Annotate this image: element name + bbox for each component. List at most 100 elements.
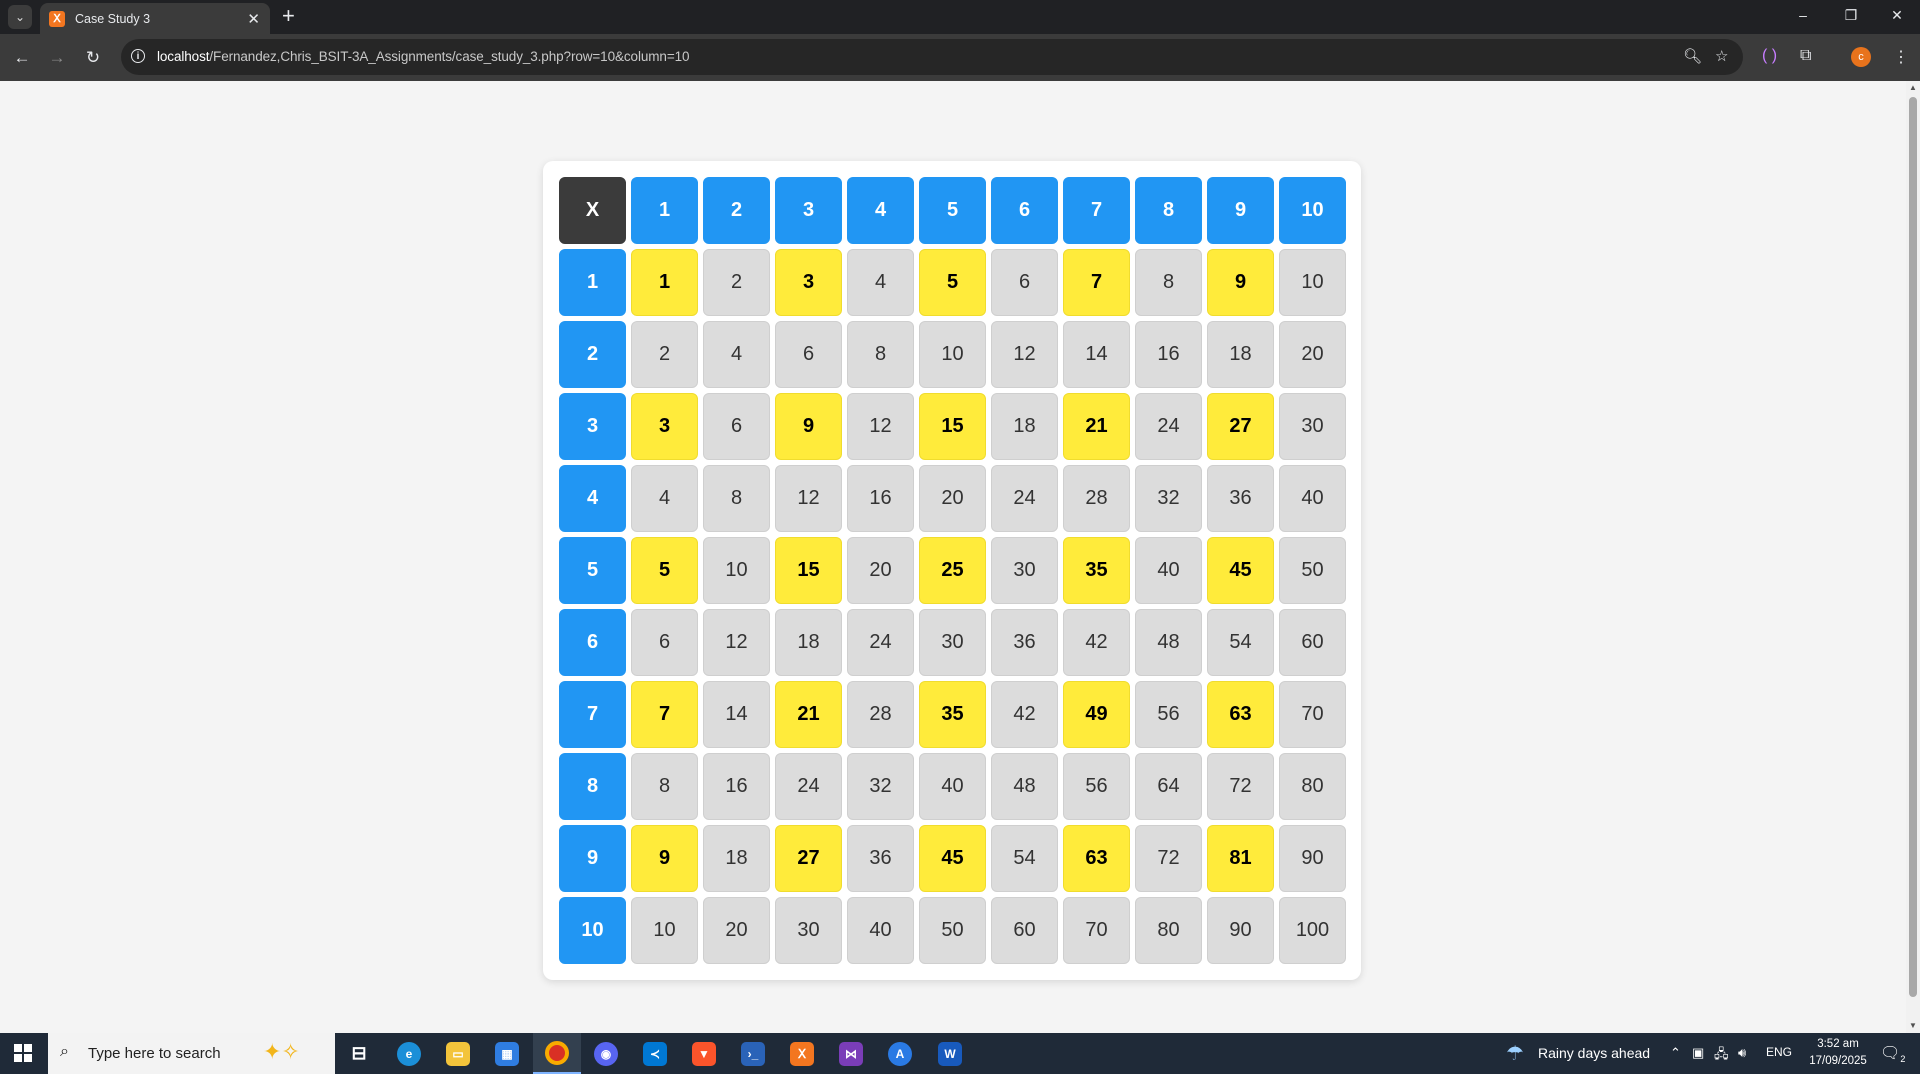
- odd-product-cell: 27: [775, 825, 842, 892]
- product-cell: 60: [1279, 609, 1346, 676]
- product-cell: 24: [847, 609, 914, 676]
- bookmark-star-icon[interactable]: ☆: [1715, 47, 1728, 65]
- network-icon[interactable]: 🖧︎: [1714, 1045, 1729, 1067]
- address-bar[interactable]: i localhost/Fernandez,Chris_BSIT-3A_Assi…: [121, 39, 1743, 75]
- odd-product-cell: 5: [919, 249, 986, 316]
- clock-date[interactable]: 17/09/2025: [1802, 1055, 1874, 1067]
- xampp-icon[interactable]: ꓫ: [778, 1033, 826, 1074]
- visual-studio-icon[interactable]: ⋈: [827, 1033, 875, 1074]
- odd-product-cell: 5: [631, 537, 698, 604]
- notification-count: 2: [1900, 1054, 1906, 1065]
- minimize-button[interactable]: –: [1780, 0, 1826, 30]
- taskbar-search-box[interactable]: ⌕ Type here to search ✦✧: [48, 1033, 335, 1074]
- product-cell: 36: [847, 825, 914, 892]
- odd-product-cell: 9: [775, 393, 842, 460]
- product-cell: 30: [775, 897, 842, 964]
- vscode-icon[interactable]: ≺: [631, 1033, 679, 1074]
- notification-center-icon[interactable]: 🗨︎2: [1880, 1043, 1905, 1064]
- product-cell: 6: [991, 249, 1058, 316]
- scroll-thumb[interactable]: [1909, 97, 1917, 997]
- row-header: 1: [559, 249, 626, 316]
- weather-text[interactable]: Rainy days ahead: [1538, 1045, 1650, 1061]
- close-window-button[interactable]: ✕: [1874, 0, 1920, 30]
- edge-icon[interactable]: e: [385, 1033, 433, 1074]
- task-view-icon[interactable]: ⊟: [335, 1033, 383, 1074]
- active-tab[interactable]: ꓫ Case Study 3 ✕: [40, 3, 270, 34]
- restore-button[interactable]: ❐: [1828, 0, 1874, 30]
- forward-button[interactable]: →: [44, 45, 70, 71]
- meet-now-icon[interactable]: ▣: [1692, 1045, 1704, 1061]
- product-cell: 4: [847, 249, 914, 316]
- extensions-puzzle-icon[interactable]: ⧉: [1800, 47, 1811, 65]
- product-cell: 18: [991, 393, 1058, 460]
- product-cell: 8: [1135, 249, 1202, 316]
- file-explorer-icon[interactable]: ▭: [434, 1033, 482, 1074]
- column-header: 4: [847, 177, 914, 244]
- product-cell: 70: [1063, 897, 1130, 964]
- word-icon[interactable]: W: [926, 1033, 974, 1074]
- product-cell: 20: [703, 897, 770, 964]
- windows-start-icon[interactable]: [14, 1044, 32, 1062]
- product-cell: 18: [775, 609, 842, 676]
- menu-kebab-icon[interactable]: ⋮: [1893, 47, 1909, 67]
- odd-product-cell: 7: [1063, 249, 1130, 316]
- new-tab-button[interactable]: +: [282, 3, 295, 29]
- discord-icon[interactable]: ◉: [582, 1033, 630, 1074]
- back-button[interactable]: ←: [9, 45, 35, 71]
- odd-product-cell: 1: [631, 249, 698, 316]
- multiplication-table-card: X 1 2 3 4 5 6 7 8 9 10 1 1 2 3 4 5 6 7 8 9 10 2 2 4 6 8 10 12 14 16 18 2…: [543, 161, 1361, 980]
- microsoft-store-icon[interactable]: ▦: [483, 1033, 531, 1074]
- show-hidden-icons-icon[interactable]: ⌃: [1670, 1045, 1681, 1061]
- product-cell: 48: [991, 753, 1058, 820]
- odd-product-cell: 81: [1207, 825, 1274, 892]
- row-header: 8: [559, 753, 626, 820]
- row-header: 7: [559, 681, 626, 748]
- product-cell: 36: [991, 609, 1058, 676]
- odd-product-cell: 15: [919, 393, 986, 460]
- chrome-icon[interactable]: [533, 1033, 581, 1074]
- odd-product-cell: 21: [775, 681, 842, 748]
- product-cell: 32: [847, 753, 914, 820]
- vertical-scrollbar[interactable]: ▲ ▼: [1906, 81, 1920, 1033]
- windows-taskbar: ⌕ Type here to search ✦✧ ⊟ e ▭ ▦ ◉ ≺ ▼ ›…: [0, 1033, 1920, 1074]
- product-cell: 4: [703, 321, 770, 388]
- row-header: 6: [559, 609, 626, 676]
- row-header: 4: [559, 465, 626, 532]
- odd-product-cell: 3: [631, 393, 698, 460]
- product-cell: 4: [631, 465, 698, 532]
- odd-product-cell: 63: [1207, 681, 1274, 748]
- product-cell: 14: [703, 681, 770, 748]
- row-header: 3: [559, 393, 626, 460]
- product-cell: 56: [1135, 681, 1202, 748]
- column-header: 2: [703, 177, 770, 244]
- volume-icon[interactable]: 🔊︎: [1738, 1045, 1746, 1061]
- product-cell: 16: [703, 753, 770, 820]
- row-header: 10: [559, 897, 626, 964]
- profile-avatar[interactable]: c: [1851, 47, 1871, 67]
- site-info-icon[interactable]: i: [131, 49, 145, 63]
- odd-product-cell: 27: [1207, 393, 1274, 460]
- scroll-up-icon[interactable]: ▲: [1909, 83, 1917, 92]
- product-cell: 10: [1279, 249, 1346, 316]
- product-cell: 12: [991, 321, 1058, 388]
- product-cell: 2: [631, 321, 698, 388]
- column-header: 6: [991, 177, 1058, 244]
- weather-umbrella-icon[interactable]: ☂: [1506, 1041, 1524, 1066]
- zoom-icon[interactable]: 🔍︎: [1683, 47, 1702, 65]
- powershell-icon[interactable]: ›_: [729, 1033, 777, 1074]
- tab-title: Case Study 3: [75, 11, 151, 26]
- extension-icon[interactable]: ( ): [1762, 47, 1777, 65]
- reload-button[interactable]: ↻: [80, 45, 106, 71]
- clock-time[interactable]: 3:52 am: [1810, 1038, 1866, 1050]
- product-cell: 30: [991, 537, 1058, 604]
- product-cell: 8: [703, 465, 770, 532]
- tab-search-button[interactable]: ⌄: [8, 5, 32, 29]
- language-indicator[interactable]: ENG: [1766, 1045, 1792, 1059]
- product-cell: 80: [1135, 897, 1202, 964]
- column-header: 9: [1207, 177, 1274, 244]
- brave-icon[interactable]: ▼: [680, 1033, 728, 1074]
- url-text[interactable]: localhost/Fernandez,Chris_BSIT-3A_Assign…: [157, 49, 690, 64]
- app-store-icon[interactable]: A: [876, 1033, 924, 1074]
- scroll-down-icon[interactable]: ▼: [1909, 1021, 1917, 1030]
- close-tab-icon[interactable]: ✕: [247, 10, 260, 28]
